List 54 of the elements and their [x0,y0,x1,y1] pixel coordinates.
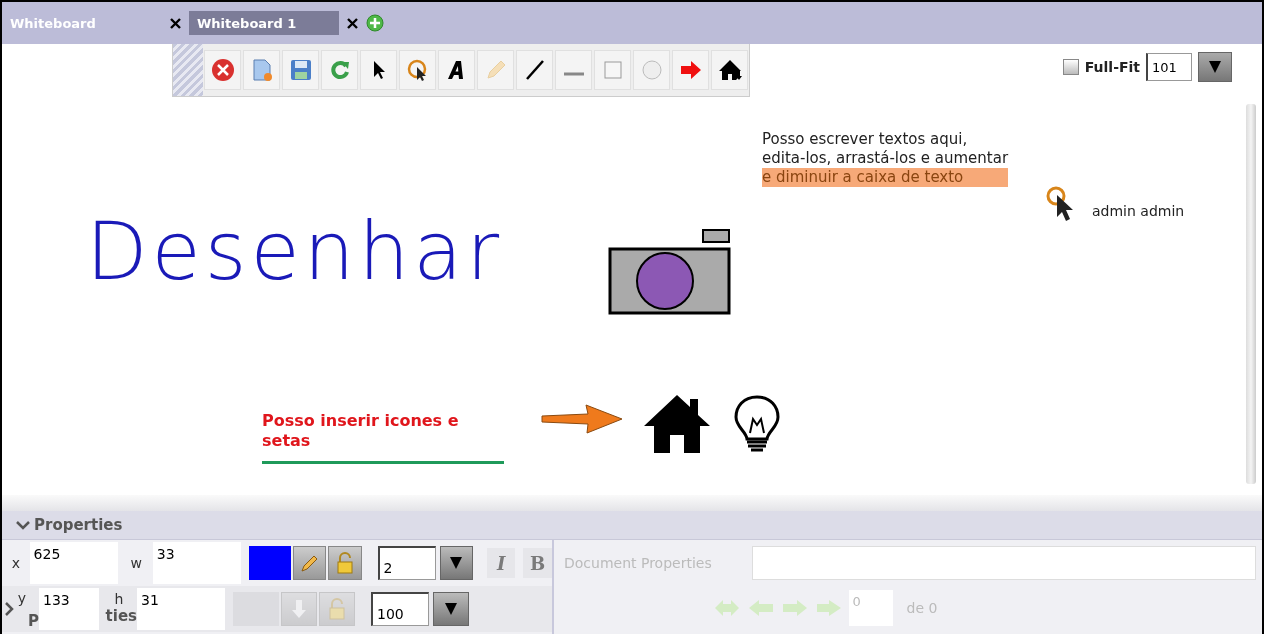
opacity-field[interactable]: 100 [371,592,429,626]
chevron-icon[interactable] [16,518,30,532]
annotation-text: Posso inserir icones e setas [262,411,460,451]
page-count: de 0 [906,600,938,616]
checkbox[interactable] [1062,59,1079,75]
color-swatch[interactable] [248,546,292,580]
number-field[interactable]: 31 [137,588,225,630]
house-icon[interactable] [711,50,748,90]
lasso-pointer-icon[interactable] [399,50,436,90]
camera-icon [607,227,733,317]
chevron-icon[interactable] [2,602,16,616]
house-icon [642,393,712,455]
line-width-field[interactable]: 2 [377,546,436,580]
header-fragment: P [28,612,39,630]
panel-title: Properties [34,516,123,534]
down-arrow-icon [291,599,307,619]
number-field[interactable]: 33 [152,542,241,584]
scrollbar[interactable] [2,495,1262,511]
lock-button[interactable] [328,546,362,580]
field-label: y [16,590,28,606]
new-document-icon[interactable] [243,50,280,90]
caret-icon [449,556,464,570]
field-label: w [129,555,143,571]
padlock-icon [334,552,355,574]
dropdown-button[interactable] [433,592,469,626]
field-label: Document Properties [564,555,712,571]
close-icon[interactable] [170,17,181,29]
zoom-field[interactable]: 101 [1146,53,1192,81]
dropdown-button[interactable] [1198,52,1232,82]
add-tab-icon[interactable] [366,14,384,32]
arrow-icon [540,403,624,435]
close-icon[interactable] [347,17,358,29]
select-field[interactable] [751,546,1256,580]
tab[interactable]: Whiteboard 1 [189,11,339,35]
scrollbar[interactable] [1246,104,1256,484]
caret-icon [1208,60,1222,74]
header-fragment: ties [105,607,137,625]
text-line: edita-los, arrastá-los e aumentar [762,149,1009,168]
toolbar-grip[interactable] [173,44,203,96]
letter-icon[interactable] [438,50,475,90]
handwritten-text: Desenhar [86,205,504,298]
field-label: x [10,555,21,571]
caret-icon [444,602,458,616]
checkbox-label: Full-Fit [1084,59,1140,75]
number-field[interactable]: 133 [39,588,99,630]
pencil-button[interactable] [293,546,327,580]
dropdown-button[interactable] [439,546,473,580]
panel-header[interactable]: Properties [2,511,1262,540]
number-field[interactable]: 625 [29,542,118,584]
padlock-icon [327,598,347,620]
pointer-icon[interactable] [360,50,397,90]
user-label: admin admin [1092,203,1185,219]
field-label: h [114,591,124,607]
text-line: Posso escrever textos aqui, [762,130,969,149]
